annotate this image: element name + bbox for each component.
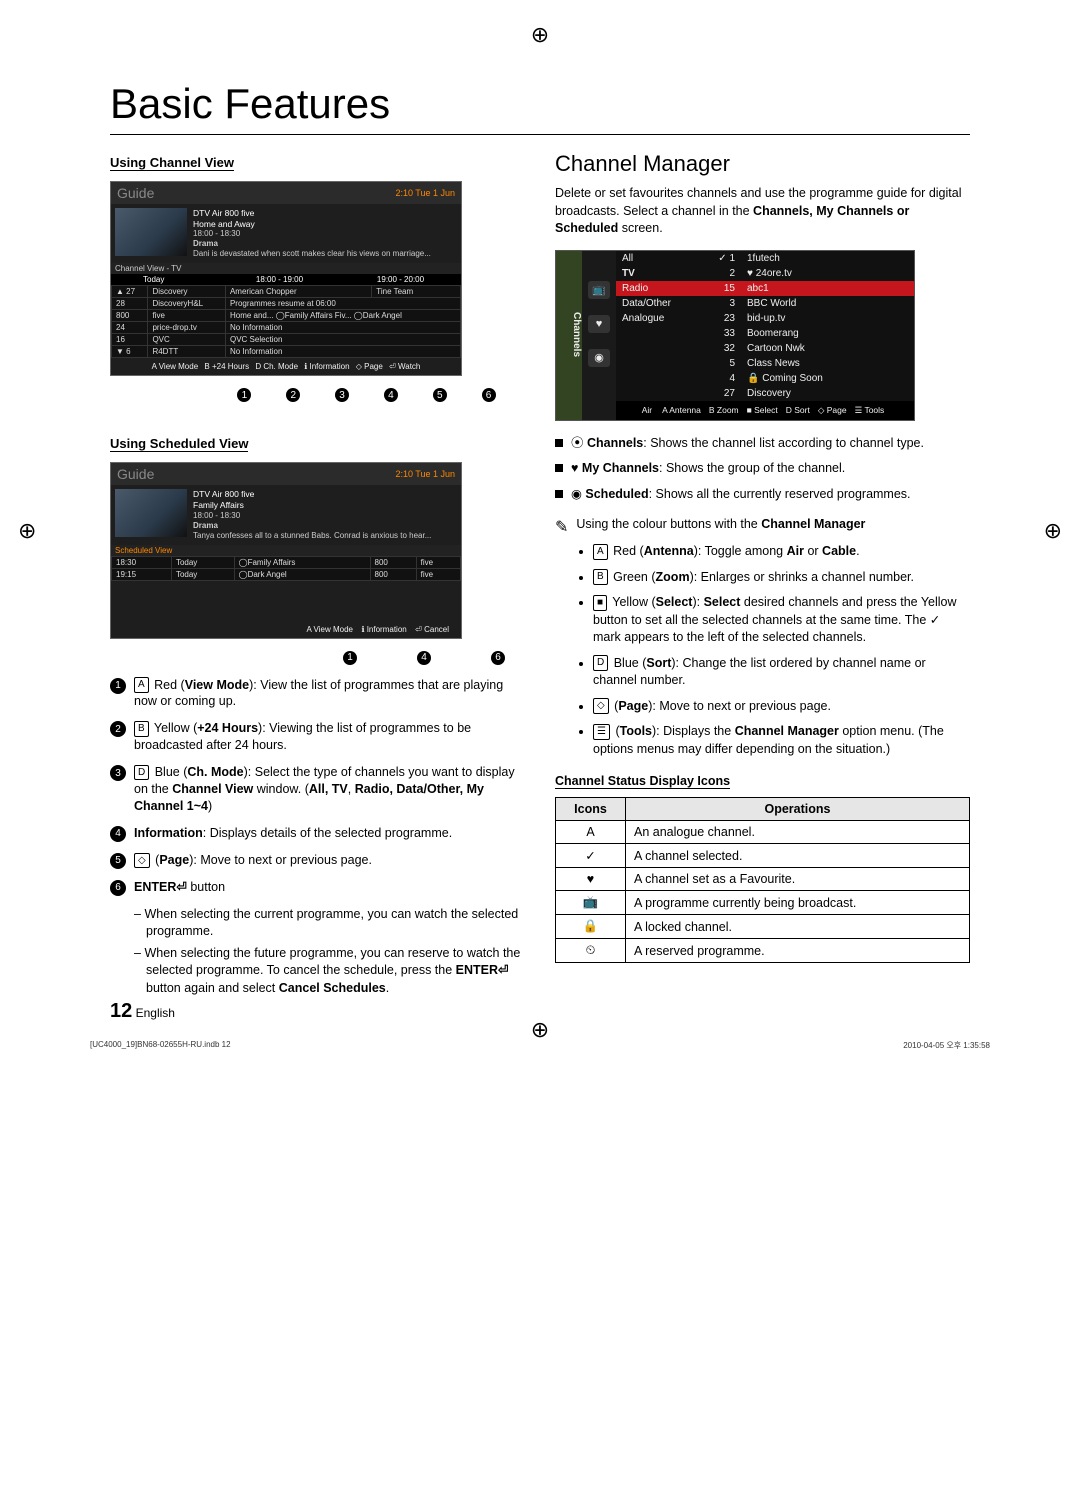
guide-clock: 2:10 Tue 1 Jun [395, 469, 455, 479]
print-footer: [UC4000_19]BN68-02655H-RU.indb 12 2010-0… [90, 1040, 990, 1051]
callout-2: 2 [286, 388, 300, 402]
registration-mark-icon: ⊕ [18, 518, 36, 544]
registration-mark-icon: ⊕ [1044, 518, 1062, 544]
callout-6: 6 [491, 651, 505, 665]
meta-channel: DTV Air 800 five [193, 489, 431, 500]
enter-button-sublist: When selecting the current programme, yo… [134, 906, 525, 998]
guide-clock: 2:10 Tue 1 Jun [395, 188, 455, 198]
callout-6: 6 [482, 388, 496, 402]
guide-title: Guide [117, 185, 154, 201]
guide-title: Guide [117, 466, 154, 482]
scheduled-view-label: Scheduled View [111, 545, 461, 556]
colour-button-item: B Green (Zoom): Enlarges or shrinks a ch… [593, 569, 970, 587]
explain-bullet: ♥ My Channels: Shows the group of the ch… [555, 460, 970, 478]
status-icon: 🔒 [556, 915, 626, 939]
callout-5: 5 [433, 388, 447, 402]
callout-4: 4 [384, 388, 398, 402]
th-icons: Icons [556, 798, 626, 821]
page-title: Basic Features [110, 80, 970, 135]
colour-button-item: ■ Yellow (Select): Select desired channe… [593, 594, 970, 647]
channel-manager-heading: Channel Manager [555, 151, 970, 177]
cm-category-icons: 📺 ♥ ◉ [582, 251, 616, 420]
note-icon: ✎ [555, 517, 568, 537]
status-icons-table: Icons Operations AAn analogue channel.✓A… [555, 797, 970, 963]
callout-row: 1 4 6 [110, 647, 525, 667]
channel-manager-intro: Delete or set favourites channels and us… [555, 185, 970, 238]
colour-button-item: ☰ (Tools): Displays the Channel Manager … [593, 723, 970, 758]
status-icon: A [556, 821, 626, 844]
cm-sidebar-label: Channels [556, 251, 582, 420]
timeslot-header-row: Today 18:00 - 19:00 19:00 - 20:00 [111, 274, 461, 285]
status-icon: ✓ [556, 844, 626, 868]
status-icons-heading: Channel Status Display Icons [555, 774, 730, 789]
status-op: A programme currently being broadcast. [626, 891, 970, 915]
channel-grid: ▲ 27DiscoveryAmerican ChopperTine Team 2… [111, 285, 461, 358]
colour-button-list: A Red (Antenna): Toggle among Air or Cab… [579, 543, 970, 758]
explain-bullet: ⦿ Channels: Shows the channel list accor… [555, 435, 970, 453]
callout-1: 1 [237, 388, 251, 402]
guide-toolbar: A View Mode B +24 Hours D Ch. Mode ℹ Inf… [111, 358, 461, 375]
meta-desc: Tanya confesses all to a stunned Babs. C… [193, 531, 431, 541]
meta-desc: Dani is devastated when scott makes clea… [193, 249, 431, 259]
tv-icon: 📺 [588, 281, 610, 299]
status-icon: ⏲ [556, 939, 626, 963]
guide-scheduled-view-screenshot: Guide 2:10 Tue 1 Jun DTV Air 800 five Fa… [110, 462, 462, 638]
using-scheduled-view-heading: Using Scheduled View [110, 436, 248, 452]
legend-list: 1A Red (View Mode): View the list of pro… [110, 677, 525, 896]
colour-button-item: ◇ (Page): Move to next or previous page. [593, 698, 970, 716]
cm-channel-table: All✓ 11futechTV2♥ 24ore.tvRadio15abc1Dat… [616, 251, 914, 401]
guide-channel-view-screenshot: Guide 2:10 Tue 1 Jun DTV Air 800 five Ho… [110, 181, 462, 376]
legend-item-2: 2B Yellow (+24 Hours): Viewing the list … [110, 720, 525, 754]
using-channel-view-heading: Using Channel View [110, 155, 234, 171]
callout-4: 4 [417, 651, 431, 665]
meta-genre: Drama [193, 521, 431, 531]
status-op: An analogue channel. [626, 821, 970, 844]
meta-programme: Home and Away [193, 219, 431, 230]
meta-slot: 18:00 - 18:30 [193, 229, 431, 239]
legend-item-6: 6ENTER⏎ button [110, 879, 525, 896]
callout-3: 3 [335, 388, 349, 402]
status-op: A channel selected. [626, 844, 970, 868]
explain-bullets: ⦿ Channels: Shows the channel list accor… [555, 435, 970, 504]
legend-item-1: 1A Red (View Mode): View the list of pro… [110, 677, 525, 711]
programme-thumbnail [115, 489, 187, 537]
status-icon: ♥ [556, 868, 626, 891]
channel-manager-screenshot: Channels 📺 ♥ ◉ All✓ 11futechTV2♥ 24ore.t… [555, 250, 915, 421]
scheduled-grid: 18:30Today◯Family Affairs800five19:15Tod… [111, 556, 461, 581]
legend-item-4: 4Information: Displays details of the se… [110, 825, 525, 842]
channel-view-label: Channel View - TV [111, 263, 461, 274]
colour-button-item: D Blue (Sort): Change the list ordered b… [593, 655, 970, 690]
status-op: A reserved programme. [626, 939, 970, 963]
explain-bullet: ◉ Scheduled: Shows all the currently res… [555, 486, 970, 504]
enter-sub-item: When selecting the current programme, yo… [134, 906, 525, 941]
colour-button-item: A Red (Antenna): Toggle among Air or Cab… [593, 543, 970, 561]
guide-toolbar: A View Mode ℹ Information ⏎ Cancel [111, 621, 461, 638]
legend-item-3: 3D Blue (Ch. Mode): Select the type of c… [110, 764, 525, 815]
registration-mark-icon: ⊕ [531, 22, 549, 48]
programme-thumbnail [115, 208, 187, 256]
status-op: A channel set as a Favourite. [626, 868, 970, 891]
legend-item-5: 5◇ (Page): Move to next or previous page… [110, 852, 525, 869]
page-footer: 12 English [110, 1000, 175, 1023]
enter-sub-item: When selecting the future programme, you… [134, 945, 525, 998]
cm-toolbar: A AntennaB Zoom■ SelectD Sort◇ Page☰ Too… [658, 405, 888, 416]
meta-slot: 18:00 - 18:30 [193, 511, 431, 521]
meta-channel: DTV Air 800 five [193, 208, 431, 219]
heart-icon: ♥ [588, 315, 610, 333]
callout-row: 1 2 3 4 5 6 [110, 384, 525, 404]
meta-genre: Drama [193, 239, 431, 249]
cm-antenna-label: Air [642, 405, 652, 416]
schedule-icon: ◉ [588, 349, 610, 367]
colour-buttons-hint: ✎ Using the colour buttons with the Chan… [555, 517, 970, 537]
meta-programme: Family Affairs [193, 500, 431, 511]
status-op: A locked channel. [626, 915, 970, 939]
status-icon: 📺 [556, 891, 626, 915]
callout-1: 1 [343, 651, 357, 665]
th-operations: Operations [626, 798, 970, 821]
